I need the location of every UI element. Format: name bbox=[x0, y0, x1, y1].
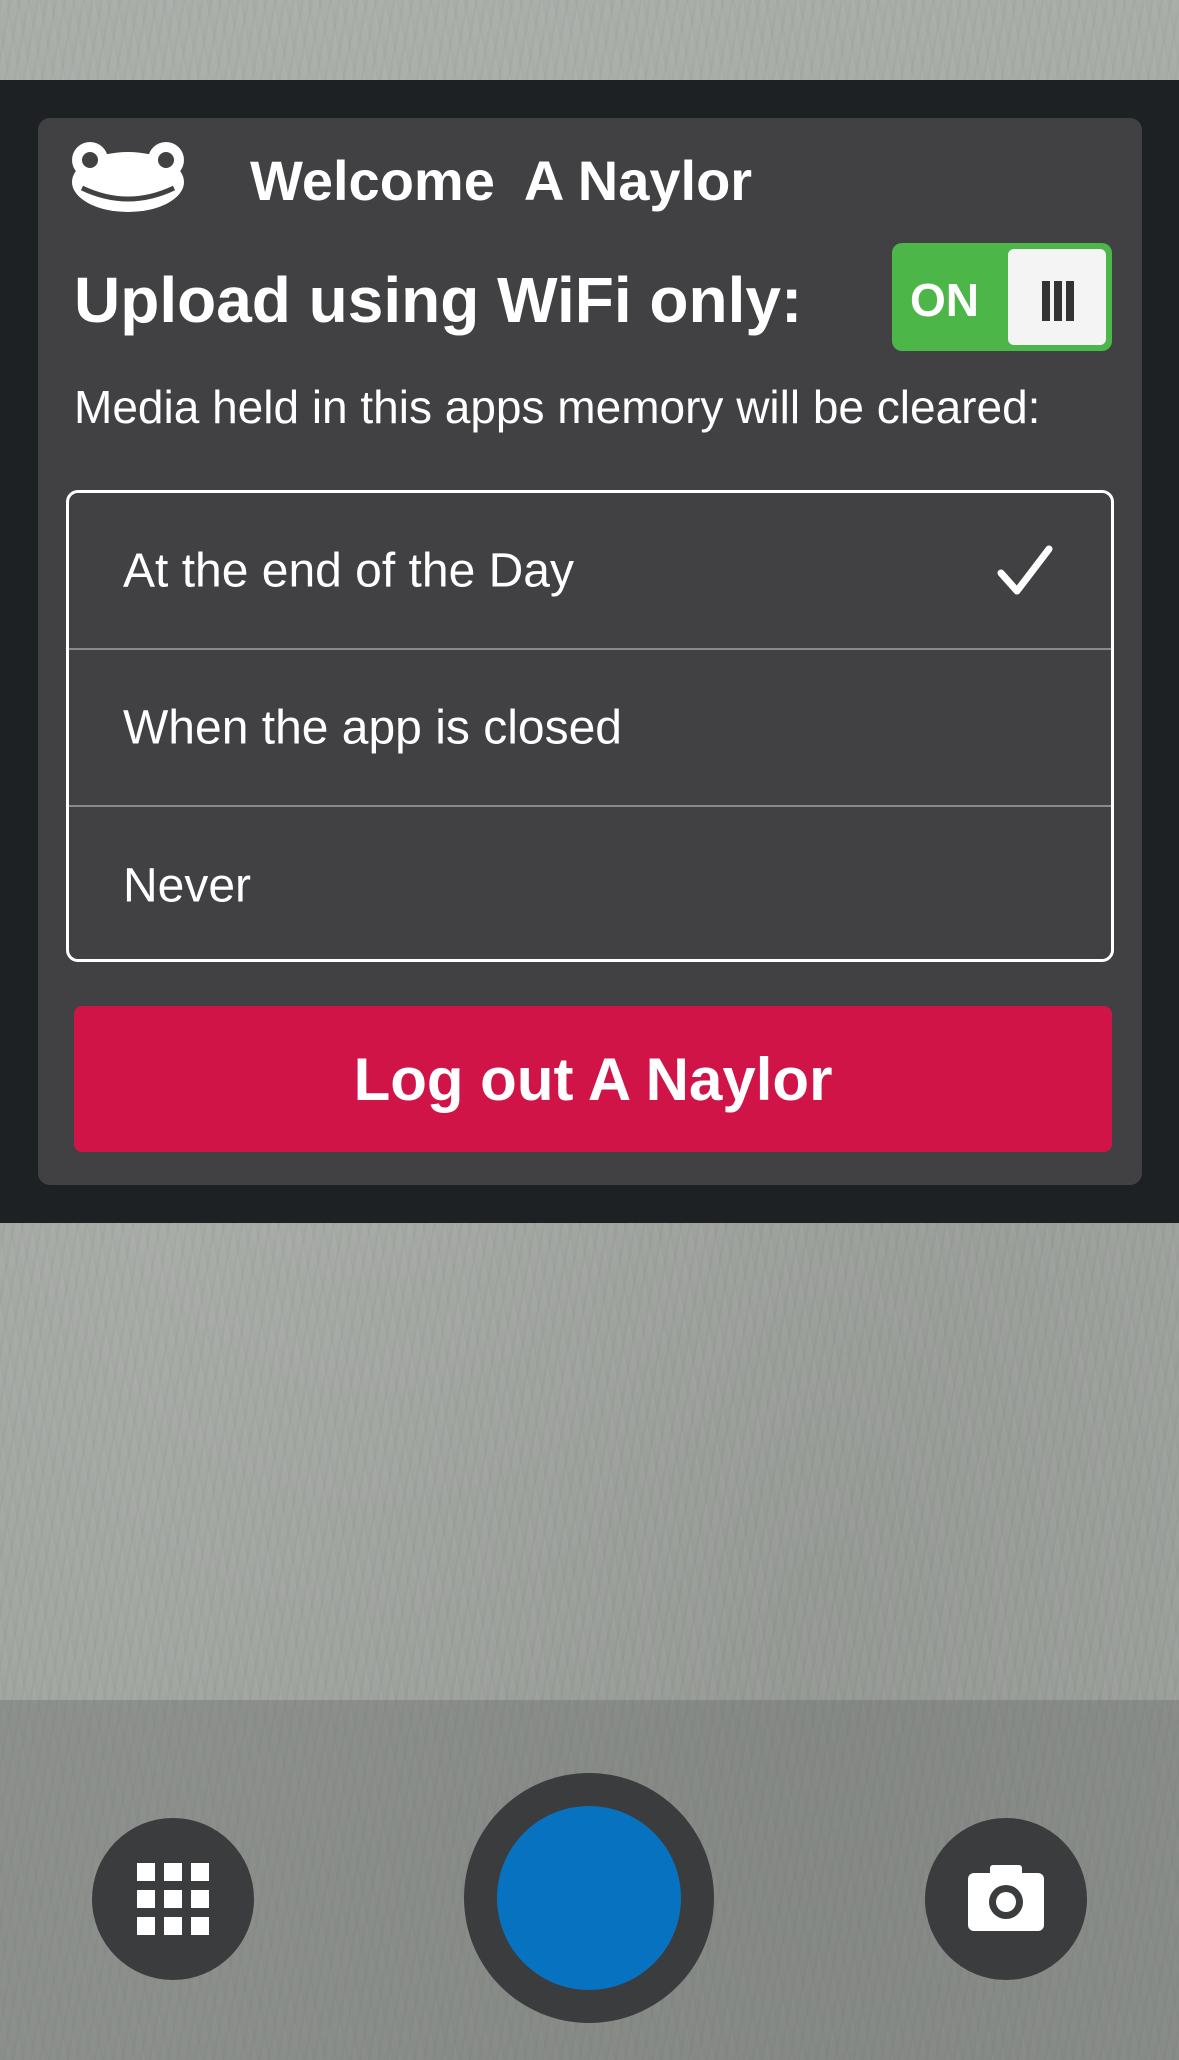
wifi-only-toggle[interactable]: ON bbox=[892, 243, 1112, 351]
checkmark-icon bbox=[997, 545, 1053, 594]
clear-options-list: At the end of the Day When the app is cl… bbox=[66, 490, 1114, 962]
shutter-button-inner[interactable] bbox=[497, 1806, 681, 1990]
switch-camera-button[interactable] bbox=[925, 1818, 1087, 1980]
grid-icon bbox=[137, 1863, 209, 1935]
logout-button[interactable]: Log out A Naylor bbox=[74, 1006, 1112, 1152]
frog-logo-icon bbox=[72, 142, 184, 212]
gallery-grid-button[interactable] bbox=[92, 1818, 254, 1980]
knob-grip-line bbox=[1066, 281, 1074, 321]
media-clear-label: Media held in this apps memory will be c… bbox=[74, 381, 1041, 433]
option-label: When the app is closed bbox=[123, 701, 622, 754]
welcome-text: Welcome A Naylor bbox=[250, 149, 753, 212]
camera-icon bbox=[968, 1865, 1044, 1931]
option-label: Never bbox=[123, 859, 252, 912]
option-never[interactable]: Never bbox=[69, 807, 1111, 959]
option-end-of-day[interactable]: At the end of the Day bbox=[69, 493, 1111, 650]
toggle-knob[interactable] bbox=[1008, 249, 1106, 345]
wifi-only-label: Upload using WiFi only: bbox=[74, 264, 803, 336]
option-label: At the end of the Day bbox=[123, 544, 574, 597]
toggle-state-label: ON bbox=[910, 274, 979, 326]
knob-grip-line bbox=[1042, 281, 1050, 321]
shutter-button[interactable] bbox=[464, 1773, 714, 2023]
option-app-closed[interactable]: When the app is closed bbox=[69, 650, 1111, 807]
knob-grip-line bbox=[1054, 281, 1062, 321]
